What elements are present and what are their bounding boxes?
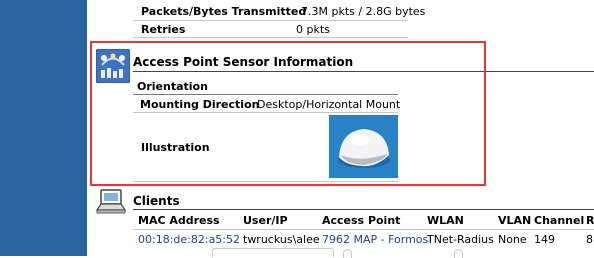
partial-radio[interactable]	[343, 249, 352, 258]
divider	[133, 20, 408, 21]
retries-label: Retries	[141, 23, 186, 36]
client-channel: 149	[534, 233, 555, 246]
transmitted-value: 7.3M pkts / 2.8G bytes	[301, 5, 426, 18]
section-underline	[133, 209, 594, 210]
client-access-point-link[interactable]: 7962 MAP - Formos	[322, 233, 428, 246]
client-vlan: None	[498, 233, 527, 246]
retries-value: 0 pkts	[296, 23, 330, 36]
col-header-user-ip[interactable]: User/IP	[243, 214, 288, 227]
col-header-vlan[interactable]: VLAN	[498, 214, 531, 227]
client-r: 8	[586, 233, 593, 246]
client-wlan: TNet-Radius	[427, 233, 494, 246]
client-user: twruckus\alee	[243, 233, 320, 246]
col-header-access-point[interactable]: Access Point	[322, 214, 400, 227]
col-header-channel[interactable]: Channel	[534, 214, 584, 227]
col-header-mac[interactable]: MAC Address	[138, 214, 220, 227]
clients-laptop-icon	[95, 188, 127, 216]
partial-radio[interactable]	[454, 249, 463, 258]
divider	[133, 229, 594, 230]
highlight-frame	[90, 41, 486, 186]
left-sidebar	[0, 0, 87, 256]
col-header-r[interactable]: R	[586, 214, 594, 227]
clients-section-title: Clients	[133, 194, 180, 208]
client-mac-link[interactable]: 00:18:de:82:a5:52	[138, 233, 240, 246]
transmitted-label: Packets/Bytes Transmitted	[141, 5, 307, 18]
col-header-wlan[interactable]: WLAN	[427, 214, 464, 227]
divider	[133, 37, 408, 38]
